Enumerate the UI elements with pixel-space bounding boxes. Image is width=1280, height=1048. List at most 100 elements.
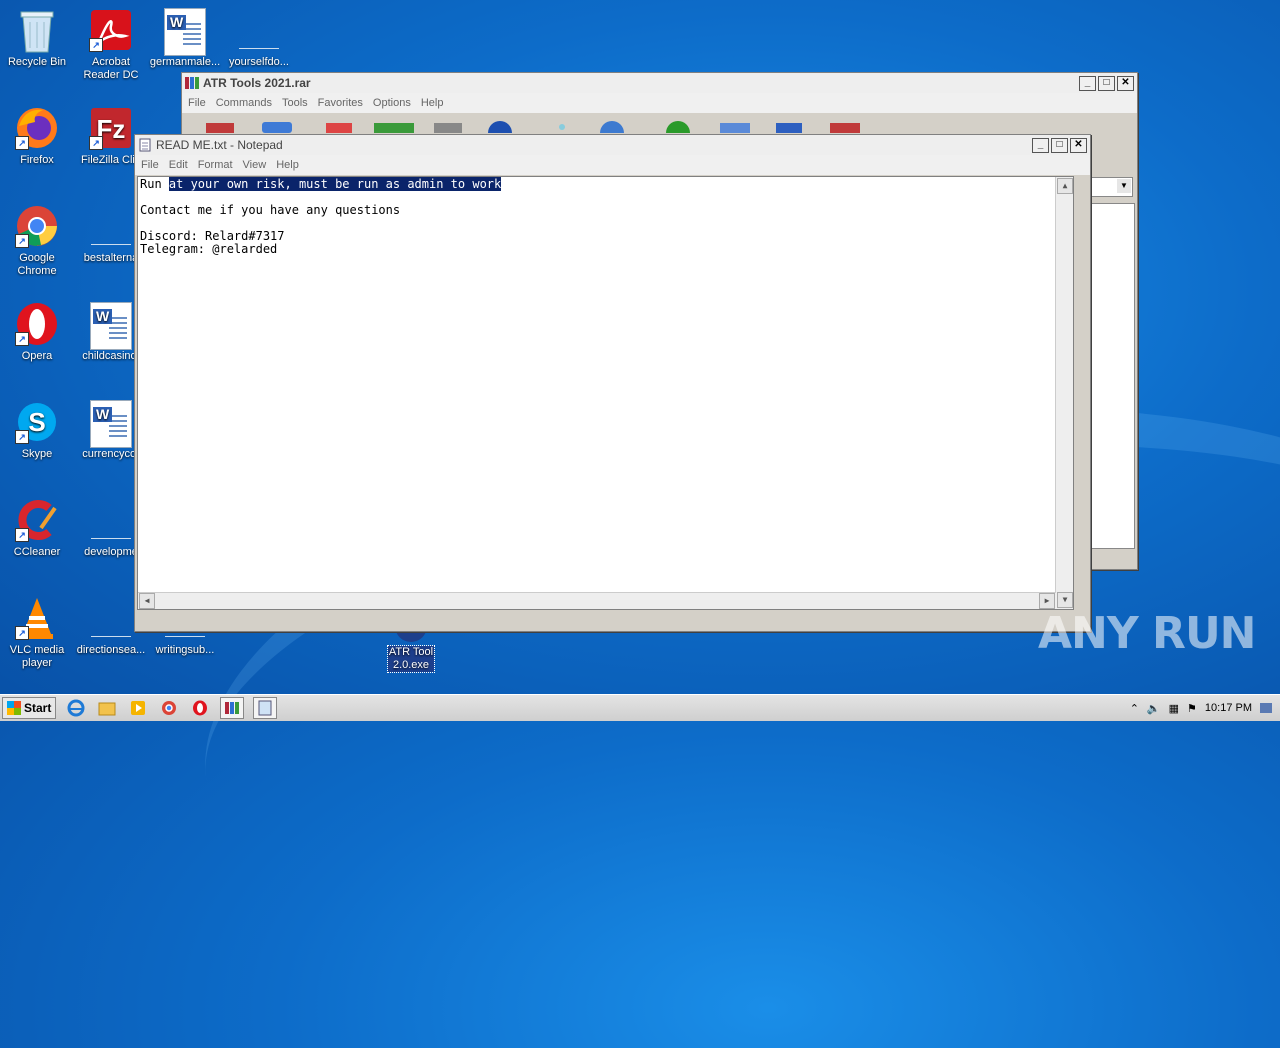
desktop-icon-vlc[interactable]: ↗ VLC media player [0,596,74,670]
text-line: Telegram: @relarded [140,242,278,256]
desktop-icon-ccleaner[interactable]: ↗ CCleaner [0,498,74,559]
system-tray: ⌃ 🔈 ▦ ⚑ 10:17 PM [1130,695,1280,721]
menu-favorites[interactable]: Favorites [318,97,363,109]
notepad-titlebar[interactable]: READ ME.txt - Notepad _ □ ✕ [135,135,1090,155]
shortcut-arrow-icon: ↗ [89,38,103,52]
minimize-button[interactable]: _ [1079,75,1096,91]
horizontal-scrollbar[interactable]: ◀ ▶ [138,592,1056,609]
desktop-icon-yourselfdo[interactable]: yourselfdo... [222,8,296,69]
notepad-taskbar-icon[interactable] [253,697,278,719]
network-icon[interactable]: ▦ [1169,702,1179,715]
menu-commands[interactable]: Commands [216,97,272,109]
show-hidden-icons-icon[interactable]: ⌃ [1130,702,1139,715]
menu-edit[interactable]: Edit [169,159,188,171]
desktop-icon-germanmale[interactable]: germanmale... [148,8,222,69]
volume-icon[interactable]: 🔈 [1147,702,1161,715]
blank-file-icon [237,8,281,52]
action-center-flag-icon[interactable]: ⚑ [1187,702,1197,715]
menu-file[interactable]: File [188,97,206,109]
menu-options[interactable]: Options [373,97,411,109]
desktop-icon-skype[interactable]: S ↗ Skype [0,400,74,461]
winrar-titlebar[interactable]: ATR Tools 2021.rar _ □ ✕ [182,73,1137,93]
minimize-button[interactable]: _ [1032,137,1049,153]
file-list-panel[interactable] [1087,203,1135,549]
scroll-up-arrow[interactable]: ▲ [1057,178,1073,194]
close-button[interactable]: ✕ [1070,137,1087,153]
desktop-icon-label: germanmale... [149,56,221,68]
acrobat-icon: ↗ [89,8,133,52]
winrar-taskbar-icon[interactable] [220,697,245,719]
desktop-icon-label: Acrobat Reader DC [83,56,139,81]
shortcut-arrow-icon: ↗ [89,136,103,150]
maximize-button[interactable]: □ [1098,75,1115,91]
desktop-icon-label: Recycle Bin [7,56,67,68]
shortcut-arrow-icon: ↗ [15,430,29,444]
clock[interactable]: 10:17 PM [1205,702,1252,714]
shortcut-arrow-icon: ↗ [15,234,29,248]
firefox-icon: ↗ [15,106,59,150]
menu-format[interactable]: Format [198,159,233,171]
desktop-icon-label: directionsea... [76,644,146,656]
desktop-icon-label: Skype [21,448,53,460]
shortcut-arrow-icon: ↗ [15,528,29,542]
notepad-menubar: File Edit Format View Help [135,155,1090,175]
taskbar: Start ⌃ 🔈 ▦ ⚑ 10:17 PM [0,694,1280,721]
recycle-bin-icon [15,8,59,53]
desktop-icon-label: Opera [21,350,53,362]
text-line: Discord: Relard#7317 [140,229,285,243]
menu-help[interactable]: Help [421,97,444,109]
filezilla-icon: Fz ↗ [89,106,133,150]
vertical-scrollbar[interactable]: ▲ ▼ [1055,177,1073,609]
opera-icon: ↗ [15,302,59,346]
ccleaner-icon: ↗ [15,498,59,542]
scroll-left-arrow[interactable]: ◀ [139,593,155,609]
desktop-icon-label: Firefox [20,154,54,166]
desktop-icon-acrobat[interactable]: ↗ Acrobat Reader DC [74,8,148,82]
desktop-icon-label: writingsub... [155,644,215,656]
notepad-window[interactable]: READ ME.txt - Notepad _ □ ✕ File Edit Fo… [134,134,1091,632]
chrome-icon: ↗ [15,204,59,248]
start-button[interactable]: Start [2,697,57,719]
chrome-taskbar-icon[interactable] [158,698,180,718]
menu-file[interactable]: File [141,159,159,171]
word-document-icon [89,302,133,350]
svg-text:S: S [28,407,45,437]
show-desktop-button[interactable] [1260,703,1272,713]
winrar-toolbar [202,119,882,145]
desktop-icon-label: VLC media player [9,644,65,669]
ie-taskbar-icon[interactable] [65,698,87,718]
maximize-button[interactable]: □ [1051,137,1068,153]
desktop-icon-label: yourselfdo... [229,56,289,68]
selected-text: at your own risk, must be run as admin t… [168,177,502,191]
anyrun-watermark: ANY RUN [1038,608,1256,659]
text-line: Run at your own risk, must be run as adm… [140,177,502,191]
explorer-taskbar-icon[interactable] [96,698,118,718]
close-button[interactable]: ✕ [1117,75,1134,91]
blank-file-icon [89,498,133,542]
shortcut-arrow-icon: ↗ [15,626,29,640]
desktop-icon-chrome[interactable]: ↗ Google Chrome [0,204,74,278]
skype-icon: S ↗ [15,400,59,444]
scroll-right-arrow[interactable]: ▶ [1039,593,1055,609]
desktop-icon-label: CCleaner [13,546,61,558]
winrar-menubar: File Commands Tools Favorites Options He… [182,93,1137,113]
text-line: Contact me if you have any questions [140,203,401,217]
notepad-icon [138,138,152,152]
menu-view[interactable]: View [243,159,267,171]
desktop-icon-firefox[interactable]: ↗ Firefox [0,106,74,167]
menu-help[interactable]: Help [276,159,299,171]
word-document-icon [89,400,133,448]
menu-tools[interactable]: Tools [282,97,308,109]
opera-taskbar-icon[interactable] [189,698,211,718]
windows-logo-icon [7,701,21,715]
desktop-icon-opera[interactable]: ↗ Opera [0,302,74,363]
text-editor[interactable]: Run at your own risk, must be run as adm… [137,176,1074,610]
media-player-taskbar-icon[interactable] [127,698,149,718]
vlc-icon: ↗ [15,596,59,640]
scroll-down-arrow[interactable]: ▼ [1057,592,1073,608]
desktop-icon-label: Google Chrome [17,252,57,277]
desktop-icon-recycle-bin[interactable]: Recycle Bin [0,8,74,69]
address-dropdown[interactable]: ▼ [1087,177,1133,197]
chevron-down-icon: ▼ [1117,179,1131,193]
window-title: READ ME.txt - Notepad [156,138,283,152]
